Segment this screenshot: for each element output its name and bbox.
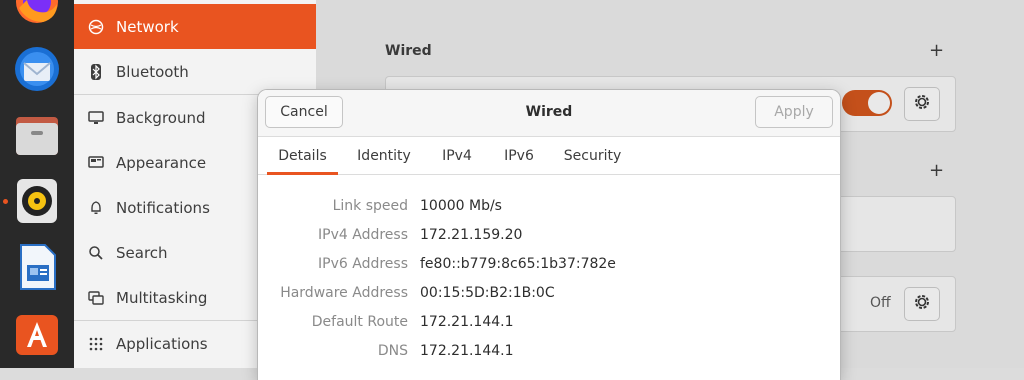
monitor-icon [76,110,116,126]
gear-icon [913,293,931,315]
dock [0,0,74,368]
sidebar-item-label: Applications [116,334,208,353]
gear-icon [913,93,931,115]
sidebar-item-label: Background [116,108,206,127]
software-center-icon[interactable] [13,309,61,357]
detail-value: 00:15:5D:B2:1B:0C [420,285,555,301]
detail-key: IPv6 Address [318,256,408,272]
detail-row-link-speed: Link speed 10000 Mb/s [258,198,840,227]
detail-value: 172.21.144.1 [420,343,514,359]
add-wired-button[interactable]: + [929,40,944,61]
bluetooth-icon [76,63,116,80]
sidebar-item-label: Notifications [116,198,210,217]
bell-icon [76,200,116,216]
appearance-icon [76,155,116,171]
tab-ipv4[interactable]: IPv4 [432,137,482,174]
sidebar-item-label: Network [116,17,179,36]
sidebar-item-label: Search [116,243,168,262]
writer-icon[interactable] [13,243,61,291]
detail-row-ipv4: IPv4 Address 172.21.159.20 [258,227,840,256]
tab-ipv6[interactable]: IPv6 [494,137,544,174]
tab-security[interactable]: Security [556,137,629,174]
proxy-settings-button[interactable] [904,287,940,321]
add-vpn-button[interactable]: + [929,160,944,181]
search-icon [76,245,116,261]
network-icon [76,19,116,35]
detail-row-hardware-address: Hardware Address 00:15:5D:B2:1B:0C [258,285,840,314]
dialog-header: Cancel Wired Apply [258,90,840,137]
detail-key: Default Route [311,314,408,330]
detail-key: DNS [377,343,408,359]
detail-value: 10000 Mb/s [420,198,502,214]
grid-icon [76,337,116,351]
sidebar-item-label: Multitasking [116,288,208,307]
running-indicator [3,199,8,204]
detail-value: 172.21.144.1 [420,314,514,330]
detail-row-default-route: Default Route 172.21.144.1 [258,314,840,343]
detail-key: Link speed [332,198,408,214]
proxy-status: Off [870,295,891,311]
apply-button[interactable]: Apply [755,96,833,128]
dialog-title: Wired [525,104,573,120]
tab-details[interactable]: Details [267,137,338,175]
detail-value: fe80::b779:8c65:1b37:782e [420,256,616,272]
detail-value: 172.21.159.20 [420,227,523,243]
wired-settings-button[interactable] [904,87,940,121]
sidebar-item-network[interactable]: Network [74,4,316,49]
rhythmbox-icon[interactable] [13,177,61,225]
multitasking-icon [76,290,116,306]
wired-toggle[interactable] [842,90,892,116]
toggle-knob [868,92,890,114]
firefox-icon[interactable] [13,0,61,26]
tab-identity[interactable]: Identity [348,137,420,174]
thunderbird-icon[interactable] [13,45,61,93]
files-icon[interactable] [13,111,61,159]
dialog-tabs: Details Identity IPv4 IPv6 Security [258,137,840,175]
wired-section-title: Wired [385,43,432,59]
sidebar-item-label: Bluetooth [116,62,189,81]
detail-key: Hardware Address [280,285,408,301]
sidebar-item-bluetooth[interactable]: Bluetooth [74,49,316,94]
detail-row-ipv6: IPv6 Address fe80::b779:8c65:1b37:782e [258,256,840,285]
sidebar-item-label: Appearance [116,153,207,172]
wired-dialog: Cancel Wired Apply Details Identity IPv4… [258,90,840,380]
detail-key: IPv4 Address [318,227,408,243]
